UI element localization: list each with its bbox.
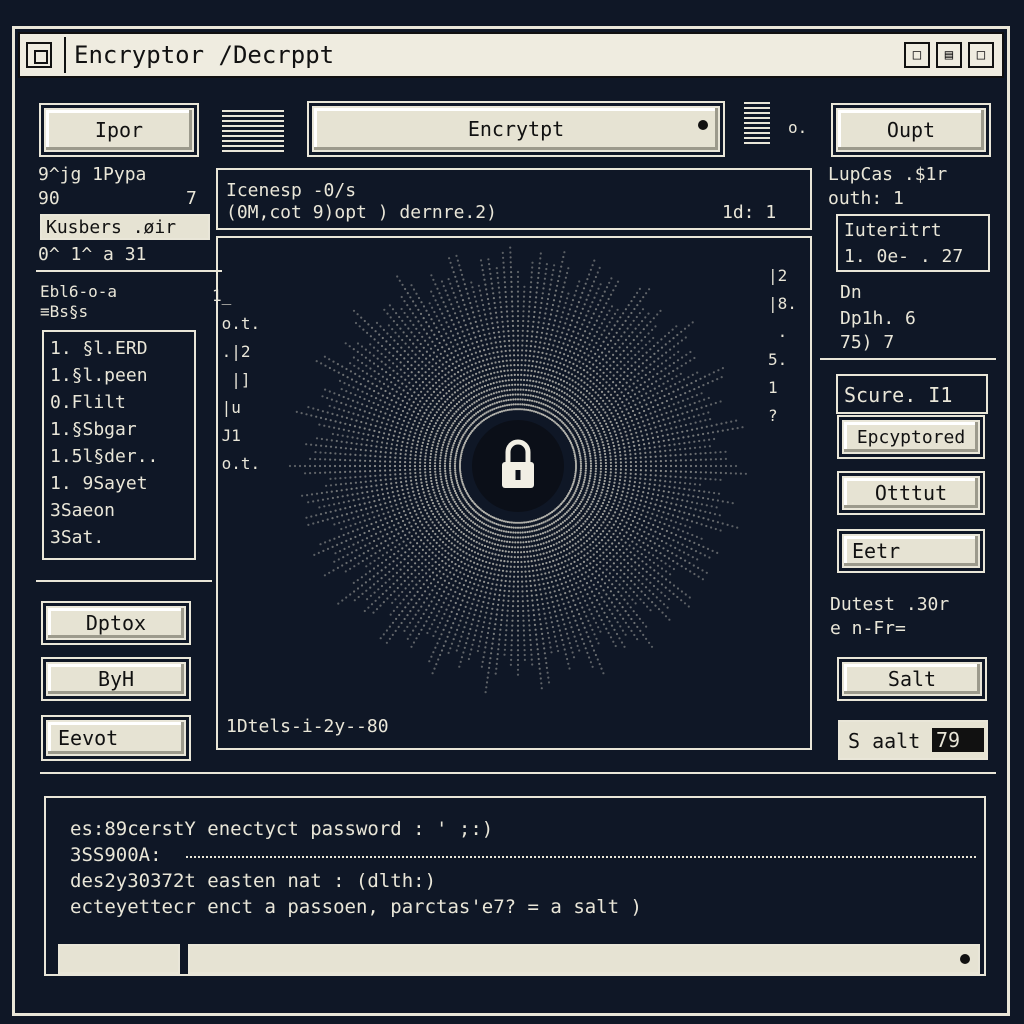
salt-button[interactable]: Salt — [842, 662, 982, 696]
salt-field[interactable]: S aalt 79 — [838, 720, 988, 760]
users-sub-line: 0^ 1^ a 31 — [38, 244, 147, 265]
info-box-line: Iuteritrt — [844, 220, 942, 241]
secure-label-box: Scure. I1 — [836, 374, 988, 414]
dptox-button[interactable]: Dptox — [46, 606, 186, 640]
list-item[interactable]: 1.§l.peen — [50, 365, 148, 386]
encryption-visual — [240, 240, 810, 750]
on-line: Dp1h. 6 — [840, 308, 916, 329]
close-icon[interactable]: □ — [968, 42, 994, 68]
import-button[interactable]: Ipor — [44, 108, 194, 152]
eetr-button[interactable]: Eetr — [842, 534, 980, 568]
right-info-line: LupCas .$1r — [828, 164, 948, 185]
maximize-icon[interactable]: ▤ — [936, 42, 962, 68]
grip-icon — [744, 102, 770, 144]
title-bar[interactable]: Encryptor /Decrppt □ ▤ □ — [18, 32, 1004, 78]
output-button[interactable]: Oupt — [836, 108, 986, 152]
title-separator — [64, 37, 66, 73]
users-label: Kusbers .øir — [46, 217, 177, 238]
scroll-thumb-icon[interactable] — [960, 954, 970, 964]
users-field[interactable]: Kusbers .øir — [40, 214, 210, 240]
console-line: 3SS900A: — [70, 844, 162, 866]
header-right-value: 1d: 1 — [722, 202, 777, 223]
list-item[interactable]: 1. §l.ERD — [50, 338, 148, 359]
header-line: Icenesp -0/s — [226, 180, 357, 201]
encrypted-button[interactable]: Epcyptored — [842, 420, 980, 454]
console-line: ecteyettecr enct a passoen, parctas'e7? … — [70, 896, 642, 918]
list-item[interactable]: 1.§Sbgar — [50, 419, 137, 440]
minimize-icon[interactable]: □ — [904, 42, 930, 68]
outest-line: Dutest .30r — [830, 594, 950, 615]
divider — [36, 270, 222, 272]
eevot-button[interactable]: Eevot — [46, 720, 186, 756]
divider — [820, 358, 996, 360]
dotted-rule — [186, 856, 976, 860]
list-item[interactable]: 1. 9Sayet — [50, 473, 148, 494]
encrypt-label: Encrytpt — [467, 117, 565, 141]
item-list[interactable]: 1. §l.ERD 1.§l.peen 0.Flilt 1.§Sbgar 1.5l§de… — [42, 330, 196, 560]
left-info-value: 7 — [186, 188, 197, 209]
system-menu-icon[interactable] — [26, 42, 52, 68]
divider — [40, 772, 996, 774]
scroll-left-button[interactable] — [58, 944, 180, 974]
divider — [36, 580, 212, 582]
header-line: (0M,cot 9)opt ) dernre.2) — [226, 202, 497, 223]
list-item[interactable]: 0.Flilt — [50, 392, 126, 413]
viewer-header: Icenesp -0/s (0M,cot 9)opt ) dernre.2) 1… — [216, 168, 812, 230]
info-box-line: 1. 0e- . 27 — [844, 246, 964, 267]
horizontal-scrollbar[interactable] — [188, 944, 980, 974]
salt-field-label: S aalt — [848, 729, 921, 753]
outest-line: e n-Fr= — [830, 618, 906, 639]
left-info-line: 90 — [38, 188, 60, 209]
grip-icon — [222, 110, 284, 154]
list-item[interactable]: 3Sat. — [50, 527, 104, 548]
list-header: ≡Bs§s — [40, 302, 89, 321]
otttut-button[interactable]: Otttut — [842, 476, 980, 510]
viewer-footer-text: 1Dtels-i-2y--80 — [226, 716, 389, 737]
left-info-line: 9^jg 1Pypa — [38, 164, 147, 185]
list-item[interactable]: 3Saeon — [50, 500, 115, 521]
dropdown-icon — [698, 120, 708, 130]
small-dot-label: o. — [788, 118, 808, 137]
encrypt-button[interactable]: Encrytpt — [312, 106, 720, 152]
info-box: Iuteritrt 1. 0e- . 27 — [836, 214, 990, 272]
byh-button[interactable]: ByH — [46, 662, 186, 696]
list-item[interactable]: 1.5l§der.. — [50, 446, 158, 467]
console-line: es:89cerstY enectyct password : ' ;:) — [70, 818, 494, 840]
secure-label: Scure. I1 — [844, 383, 953, 407]
right-info-line: outh: 1 — [828, 188, 904, 209]
divider — [236, 748, 756, 750]
window-title: Encryptor /Decrppt — [74, 41, 335, 69]
console-line: des2y30372t easten nat : (dlth:) — [70, 870, 437, 892]
salt-field-value: 79 — [932, 728, 984, 752]
on-line: 75) 7 — [840, 332, 895, 353]
list-header: Ebl6-o-a — [40, 282, 118, 301]
on-label: Dn — [840, 282, 862, 303]
